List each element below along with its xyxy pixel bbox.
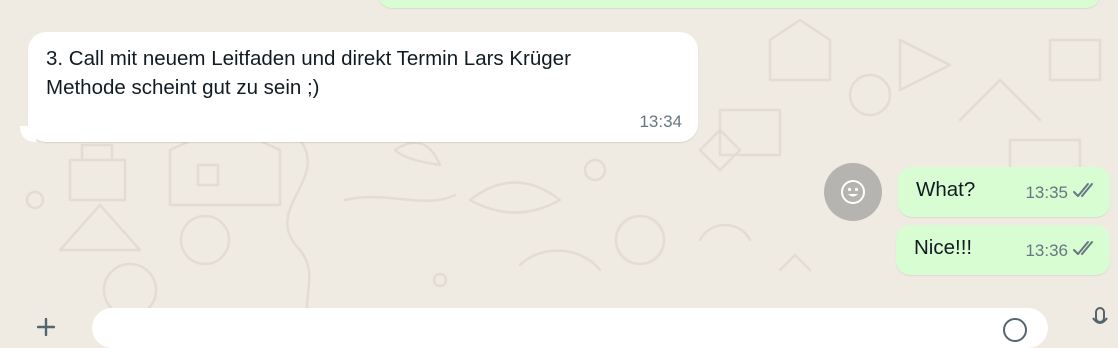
outgoing-message[interactable]: What? 13:35 bbox=[898, 167, 1110, 217]
double-check-icon bbox=[1073, 183, 1093, 197]
emoji-icon[interactable] bbox=[1002, 317, 1028, 343]
message-time: 13:35 bbox=[1025, 183, 1068, 202]
previous-outgoing-message bbox=[378, 0, 1100, 8]
outgoing-message[interactable]: Nice!!! 13:36 bbox=[896, 225, 1110, 275]
reaction-button[interactable] bbox=[824, 163, 882, 221]
message-text: 3. Call mit neuem Leitfaden und direkt T… bbox=[46, 47, 571, 99]
double-check-icon bbox=[1073, 241, 1093, 255]
message-time: 13:36 bbox=[1025, 241, 1068, 260]
message-input[interactable] bbox=[92, 308, 1048, 348]
emoji-reaction-icon bbox=[841, 180, 865, 204]
microphone-icon[interactable] bbox=[1090, 306, 1110, 330]
message-time: 13:34 bbox=[639, 112, 682, 131]
message-text: Nice!!! bbox=[914, 236, 973, 259]
plus-icon[interactable] bbox=[37, 318, 55, 336]
message-text: What? bbox=[916, 178, 976, 201]
incoming-message[interactable]: 3. Call mit neuem Leitfaden und direkt T… bbox=[20, 32, 698, 142]
